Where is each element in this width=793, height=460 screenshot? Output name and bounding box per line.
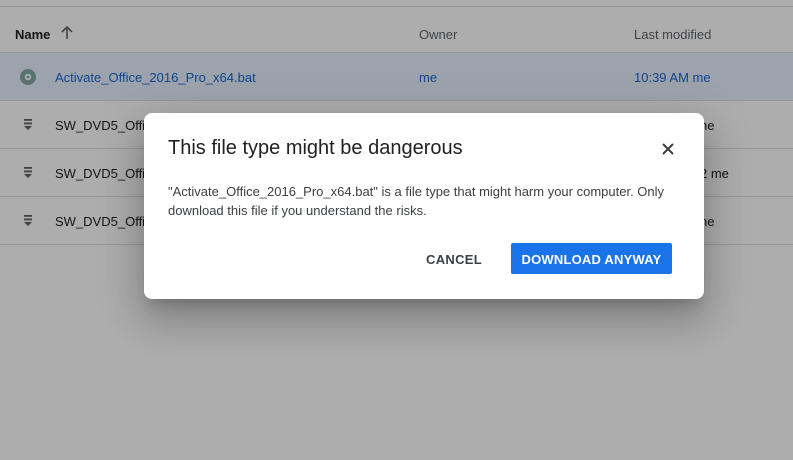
dangerous-file-dialog: This file type might be dangerous "Activ…	[144, 113, 704, 299]
close-icon[interactable]	[656, 137, 680, 161]
download-anyway-button[interactable]: DOWNLOAD ANYWAY	[511, 243, 672, 274]
dialog-message: "Activate_Office_2016_Pro_x64.bat" is a …	[168, 184, 665, 218]
dialog-title: This file type might be dangerous	[168, 137, 463, 159]
drive-file-list-page: Name Owner Last modified Activate_Office…	[0, 0, 793, 460]
cancel-button[interactable]: CANCEL	[414, 243, 494, 274]
